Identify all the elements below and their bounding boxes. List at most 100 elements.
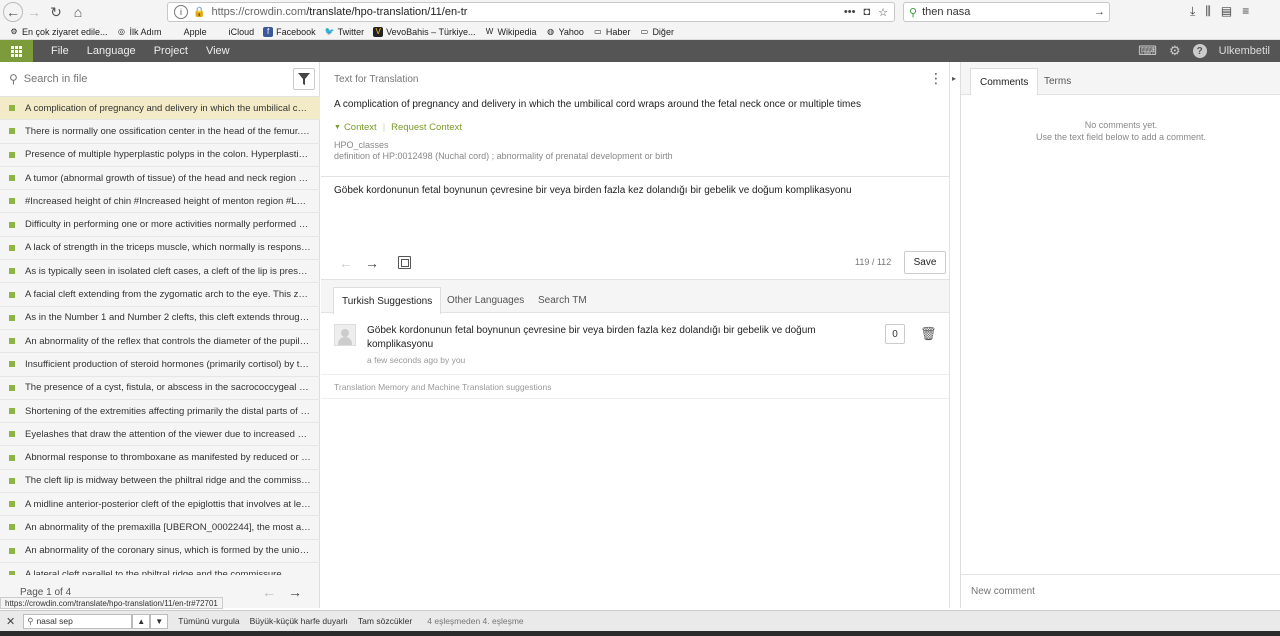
more-options-icon[interactable]: ⋮ [929,70,943,87]
trash-icon[interactable]: 🗑 [920,326,937,342]
find-input[interactable]: ⚲ nasal sep [23,613,133,629]
bookmark-apple[interactable]: Apple [171,27,207,37]
prev-string-icon[interactable]: ← [339,255,353,271]
tab-terms[interactable]: Terms [1035,68,1080,95]
find-prev-button[interactable]: ▲ [132,613,151,629]
bookmark-facebook[interactable]: f Facebook [263,26,316,37]
string-list-item[interactable]: A facial cleft extending from the zygoma… [0,283,320,307]
keyboard-icon[interactable]: ⌨ [1138,43,1157,59]
string-text: An abnormality of the reflex that contro… [25,335,311,347]
new-comment-input[interactable] [961,574,1280,608]
bookmark-twitter[interactable]: 🐦 Twitter [325,27,365,37]
translated-status-icon [9,198,15,205]
vote-count[interactable]: 0 [885,324,905,344]
bottom-strip [0,631,1280,636]
bookmark-yahoo[interactable]: ◍ Yahoo [546,27,584,37]
bookmark-vevobahis[interactable]: V VevoBahis – Türkiye... [373,26,476,37]
string-list-item[interactable]: There is normally one ossification cente… [0,120,320,144]
string-list-item[interactable]: A lateral cleft parallel to the philtral… [0,563,320,575]
copy-source-icon[interactable] [398,256,411,269]
context-link[interactable]: Context [344,122,377,133]
suggestion-text[interactable]: Göbek kordonunun fetal boynunun çevresin… [367,324,817,352]
string-list-item[interactable]: An abnormality of the premaxilla [UBERON… [0,516,320,540]
string-list-item[interactable]: Presence of multiple hyperplastic polyps… [0,144,320,167]
string-list-item[interactable]: The cleft lip is midway between the phil… [0,470,320,494]
bookmark-haber[interactable]: ▭ Haber [593,27,630,37]
bookmark-wikipedia[interactable]: W Wikipedia [485,27,537,37]
reload-icon[interactable]: ↻ [45,1,67,23]
bookmark-most-visited[interactable]: ⚙ En çok ziyaret edile... [9,27,107,37]
translated-status-icon [9,454,15,461]
string-list-item[interactable]: As is typically seen in isolated cleft c… [0,260,320,284]
string-list-item[interactable]: The presence of a cyst, fistula, or absc… [0,377,320,400]
browser-search-text[interactable]: then nasa [922,6,970,18]
translation-textarea[interactable]: Göbek kordonunun fetal boynunun çevresin… [334,185,934,196]
browser-search-box[interactable]: ⚲ then nasa → [903,2,1110,22]
search-go-icon[interactable]: → [1094,6,1105,18]
string-list-item[interactable]: Abnormal response to thromboxane as mani… [0,446,320,470]
string-text: Difficulty in performing one or more act… [25,219,311,231]
filter-icon [298,73,310,85]
bookmark-diger[interactable]: ▭ Diğer [639,27,674,37]
string-list-item[interactable]: Insufficient production of steroid hormo… [0,353,320,377]
menu-icon[interactable]: ≡ [1242,4,1249,19]
string-list-item[interactable]: Eyelashes that draw the attention of the… [0,423,320,447]
user-name[interactable]: Ulkembetil [1219,45,1270,57]
tab-turkish-suggestions[interactable]: Turkish Suggestions [333,287,442,314]
search-input[interactable] [23,73,274,85]
url-text[interactable]: https://crowdin.com/translate/hpo-transl… [211,6,467,18]
close-icon[interactable]: ✕ [6,615,15,628]
string-list-item[interactable]: A lack of strength in the triceps muscle… [0,237,320,261]
prev-page-icon[interactable]: ← [262,584,276,600]
download-icon[interactable]: ⤓ [1190,4,1195,19]
highlight-all-option[interactable]: Tümünü vurgula [178,616,239,626]
panel-collapse-handle[interactable]: ▸ [949,62,960,608]
translated-status-icon [9,384,15,391]
url-bar[interactable]: i 🔒 https://crowdin.com/translate/hpo-tr… [167,2,895,22]
editor-panel: Text for Translation ⋮ A complication of… [321,62,959,608]
page-actions-icon[interactable]: ••• [844,6,856,19]
translated-status-icon [9,477,15,484]
match-case-option[interactable]: Büyük-küçük harfe duyarlı [250,616,348,626]
find-query[interactable]: nasal sep [36,616,72,626]
bookmark-icloud[interactable]: iCloud [216,27,255,37]
next-page-icon[interactable]: → [288,584,302,600]
bookmark-star-icon[interactable]: ☆ [878,6,888,19]
next-string-icon[interactable]: → [365,255,379,271]
filter-button[interactable] [293,68,315,90]
request-context-link[interactable]: Request Context [391,122,462,133]
gear-icon[interactable]: ⚙ [1169,43,1181,59]
tab-search-tm[interactable]: Search TM [530,287,595,314]
sidebar-icon[interactable]: ▤ [1221,4,1232,19]
menu-project[interactable]: Project [154,45,188,57]
string-list-item[interactable]: A tumor (abnormal growth of tissue) of t… [0,167,320,191]
back-button[interactable]: ← [3,2,23,22]
tab-comments[interactable]: Comments [970,68,1039,95]
tab-other-languages[interactable]: Other Languages [439,287,532,314]
whole-words-option[interactable]: Tam sözcükler [358,616,412,626]
pocket-icon[interactable]: ◘ [863,6,870,19]
string-text: An abnormality of the premaxilla [UBERON… [25,521,311,533]
string-list-item[interactable]: #Increased height of chin #Increased hei… [0,190,320,214]
suggestion-item[interactable]: Göbek kordonunun fetal boynunun çevresin… [334,322,944,376]
string-list-item[interactable]: An abnormality of the reflex that contro… [0,330,320,354]
apps-grid-button[interactable] [0,40,33,62]
menu-file[interactable]: File [51,45,69,57]
find-next-button[interactable]: ▼ [150,613,169,629]
menu-view[interactable]: View [206,45,230,57]
bookmark-first-step[interactable]: ◎ İlk Adım [117,27,162,37]
library-icon[interactable]: ⫼ [1205,4,1211,19]
home-icon[interactable]: ⌂ [67,1,89,23]
menu-language[interactable]: Language [87,45,136,57]
string-list-item[interactable]: Difficulty in performing one or more act… [0,213,320,237]
forward-button[interactable]: → [23,1,45,23]
string-list-item[interactable]: Shortening of the extremities affecting … [0,400,320,424]
help-icon[interactable]: ? [1192,44,1207,58]
string-list-item[interactable]: As in the Number 1 and Number 2 clefts, … [0,307,320,330]
find-result: 4 eşleşmeden 4. eşleşme [427,616,524,626]
string-list-item[interactable]: A midline anterior-posterior cleft of th… [0,493,320,517]
info-icon[interactable]: i [174,5,188,19]
save-button[interactable]: Save [904,251,946,274]
string-list-item[interactable]: An abnormality of the coronary sinus, wh… [0,540,320,563]
string-list-item[interactable]: A complication of pregnancy and delivery… [0,97,320,121]
